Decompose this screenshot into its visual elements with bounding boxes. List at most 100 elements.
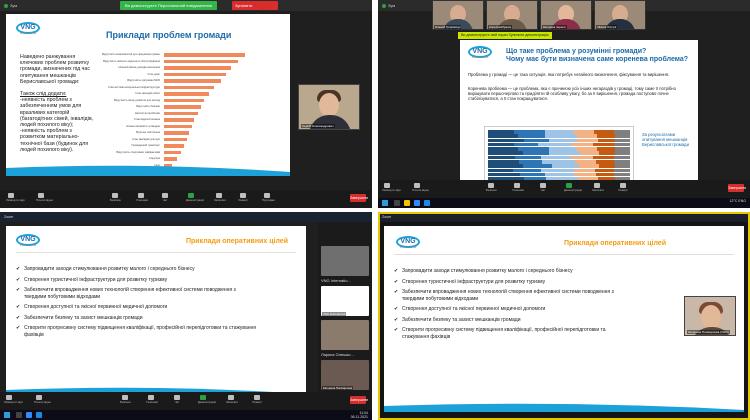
stacked-segment — [545, 134, 577, 138]
participant-tile[interactable] — [321, 320, 369, 350]
bar — [164, 98, 205, 102]
windows-icon[interactable] — [4, 412, 10, 418]
intro-text: Наведено ранжування ключових проблем роз… — [20, 54, 91, 85]
bar — [164, 53, 245, 57]
stacked-segment — [513, 130, 545, 134]
security-button[interactable]: Безпека — [120, 395, 131, 404]
participants-button[interactable]: Учасники — [512, 183, 524, 192]
extra-item: -неявність проблем з розвитком матеріаль… — [20, 128, 89, 153]
stacked-row — [488, 164, 630, 168]
participant-tile[interactable]: Катерина Полікарпова — [321, 360, 369, 390]
search-icon[interactable] — [394, 200, 400, 206]
participants-button[interactable]: Учасники — [146, 395, 158, 404]
stacked-segment — [488, 130, 514, 134]
mute-button[interactable]: Увімкнути звук — [382, 183, 401, 192]
security-button[interactable]: Безпека — [110, 193, 121, 202]
stacked-segment — [593, 155, 614, 160]
slide-title: Приклади оперативних цілей — [186, 238, 288, 245]
share-button[interactable]: Демонстрація — [198, 395, 216, 404]
bar — [164, 150, 181, 154]
end-button[interactable]: Завершити — [350, 194, 368, 202]
end-button[interactable]: Завершити — [728, 184, 746, 192]
participant-name: Лариса Олешко... — [321, 352, 354, 357]
stacked-segment — [488, 155, 515, 160]
reactions-button[interactable]: Реакції — [238, 193, 248, 202]
video-button[interactable]: Почати відео — [36, 193, 53, 202]
speaker-video[interactable]: Сергій Олександрович — [298, 84, 360, 130]
mute-button[interactable]: Увімкнути звук — [4, 395, 23, 404]
share-banner: Ви демонструєте свій екран Зупинити демо… — [458, 32, 552, 39]
video-button[interactable]: Почати відео — [34, 395, 51, 404]
record-button[interactable]: Записати — [214, 193, 226, 202]
stacked-row — [488, 130, 630, 134]
bar-label: Відсутність спортивних майданчиків — [116, 150, 160, 154]
stacked-segment — [522, 164, 553, 168]
reactions-button[interactable]: Реакції — [252, 395, 262, 404]
list-item: Створити прогресивну систему підвищення … — [16, 325, 256, 338]
stacked-segment — [615, 151, 630, 155]
screenshot-top-left: Зум Ви демонструєте Персональний повідом… — [0, 0, 372, 208]
participant-tile[interactable]: Anna Hadzhyieva — [486, 0, 538, 30]
browser-icon[interactable] — [424, 200, 430, 206]
divider — [394, 254, 734, 255]
bar-row: Відсутність безпеки — [102, 104, 252, 110]
stacked-segment — [545, 172, 575, 177]
bar — [164, 118, 195, 122]
search-icon[interactable] — [16, 412, 22, 418]
slide-paragraph: Проблема у громаді — це така ситуація, я… — [468, 72, 670, 77]
chat-button[interactable]: Чат — [538, 183, 548, 192]
bar — [164, 124, 192, 128]
participant-tile[interactable]: Олексій Трофимчук — [432, 0, 484, 30]
stacked-segment — [548, 147, 577, 151]
stacked-segment — [552, 164, 580, 168]
stacked-segment — [514, 142, 538, 147]
survey-stacked-chart — [484, 126, 634, 186]
participant-tile[interactable]: Viktoria Oliynyk — [594, 0, 646, 30]
stacked-segment — [579, 164, 600, 168]
record-button[interactable]: Записати — [226, 395, 238, 404]
stacked-segment — [541, 168, 574, 173]
stop-share-button[interactable]: Зупинити демонстрацію — [232, 1, 278, 17]
video-grid: Зум Ви демонструєте Персональний повідом… — [0, 0, 750, 420]
participant-tile[interactable] — [321, 246, 369, 276]
stacked-segment — [594, 130, 615, 134]
record-button[interactable]: Записати — [592, 183, 604, 192]
chat-button[interactable]: Чат — [160, 193, 170, 202]
windows-icon[interactable] — [382, 200, 388, 206]
bar-label: Відсутність місць дозвілля для молоді — [114, 98, 160, 102]
share-button[interactable]: Демонстрація — [564, 183, 582, 192]
bar-label: Відсутність безпеки — [136, 105, 160, 108]
bar — [164, 137, 187, 141]
reactions-button[interactable]: Реакції — [618, 183, 628, 192]
list-item: Створення доступної та якісної первинної… — [394, 306, 614, 313]
shared-slide: VNG International Приклади проблем громад… — [6, 14, 290, 176]
bar-label: Екологічні проблеми — [135, 111, 160, 115]
bar — [164, 105, 201, 109]
participant-tile[interactable]: Катерина Черепи — [540, 0, 592, 30]
share-button[interactable]: Демонстрація — [186, 193, 204, 202]
bar-row: Екологічні проблеми — [102, 111, 252, 117]
mute-button[interactable]: Увімкнути звук — [6, 193, 25, 202]
end-button[interactable]: Завершити — [350, 396, 368, 404]
list-item: Запровадити заходи стимулювання розвитку… — [16, 266, 256, 273]
apps-button[interactable]: Програми — [262, 193, 275, 202]
video-button[interactable]: Почати відео — [412, 183, 429, 192]
slide-title: Приклади оперативних цілей — [564, 240, 666, 247]
participants-button[interactable]: Учасники — [136, 193, 148, 202]
folder-icon[interactable] — [404, 200, 410, 206]
windows-taskbar: 12°C ENG — [378, 198, 750, 208]
stacked-segment — [537, 142, 572, 147]
bar-label: Стан водопостачання — [133, 118, 160, 121]
bar-label: Відсутність можливостей для працевлаштув… — [102, 53, 160, 56]
participant-tile[interactable]: VNG International — [321, 286, 369, 316]
slide-intro: Наведено ранжування ключових проблем роз… — [20, 54, 98, 153]
zoom-icon[interactable] — [26, 412, 32, 418]
stacked-segment — [596, 147, 615, 151]
speaker-video[interactable]: Катерина Полікарпова (VNG) — [684, 296, 736, 336]
stacked-row — [488, 155, 630, 160]
security-button[interactable]: Безпека — [486, 183, 497, 192]
list-item: Запровадити заходи стимулювання розвитку… — [394, 268, 614, 275]
chat-button[interactable]: Чат — [172, 395, 182, 404]
browser-icon[interactable] — [36, 412, 42, 418]
zoom-icon[interactable] — [414, 200, 420, 206]
